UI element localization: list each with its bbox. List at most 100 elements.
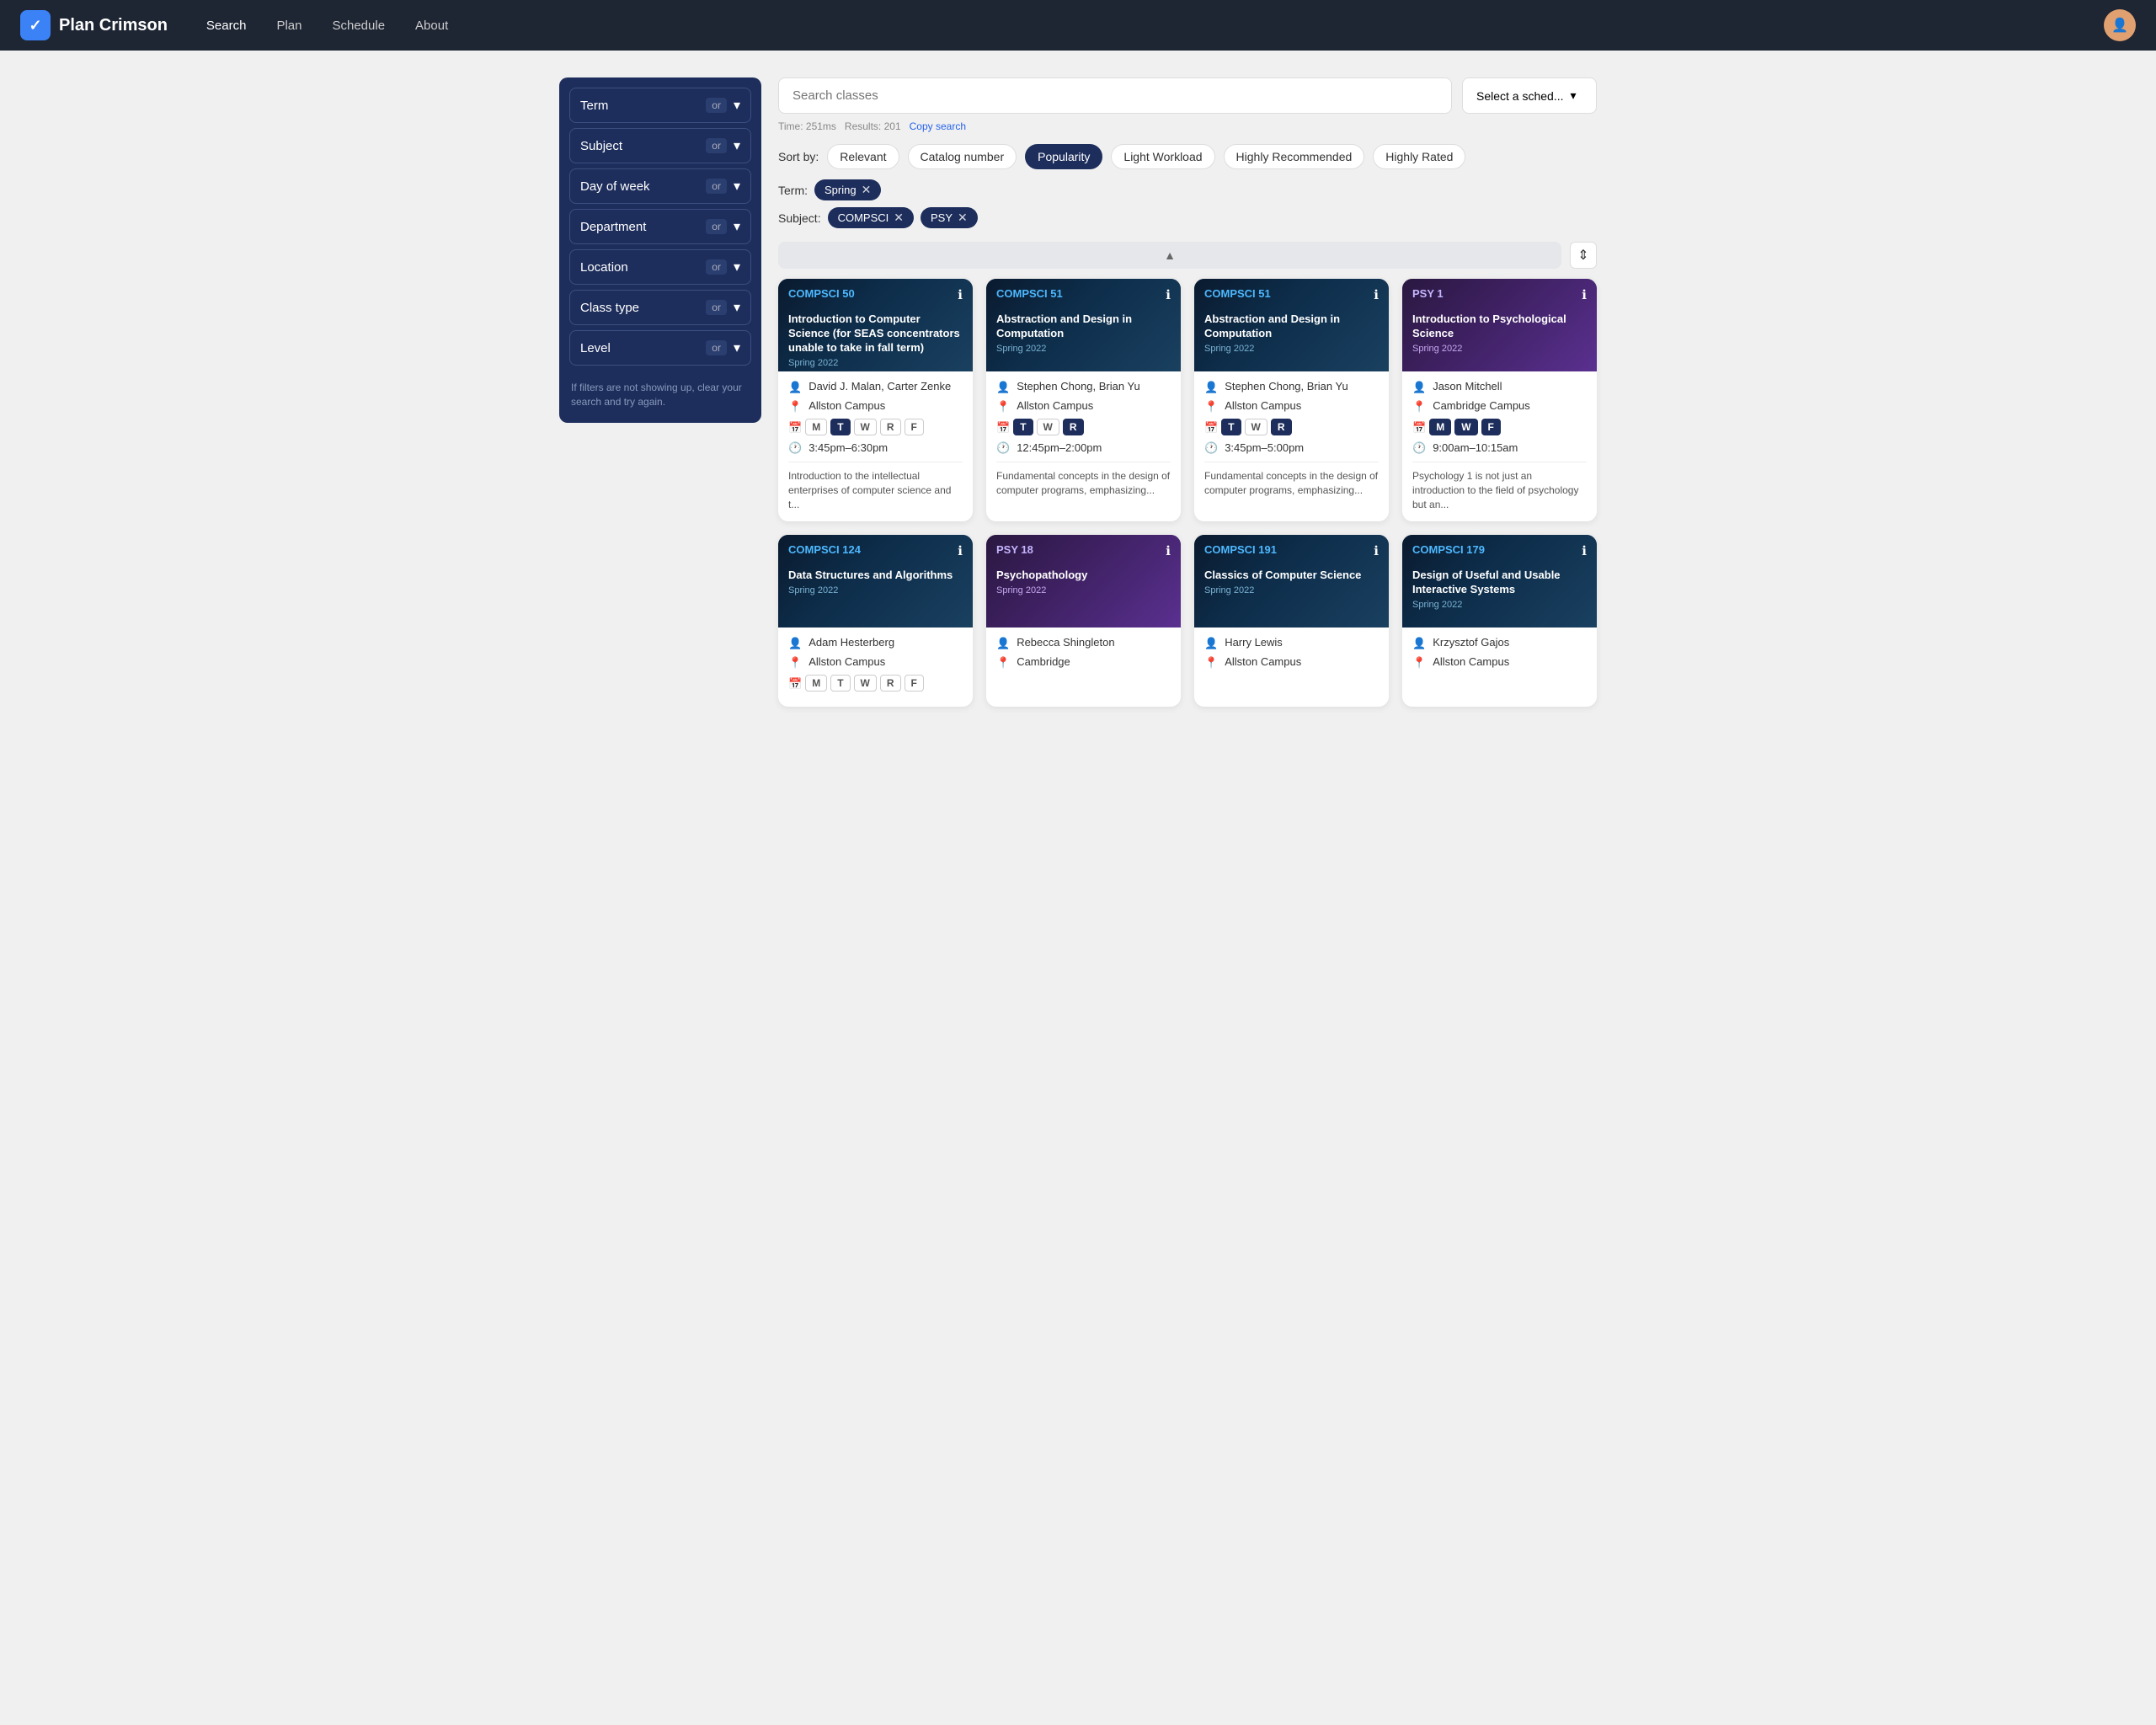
course-card[interactable]: COMPSCI 179 ℹ Design of Useful and Usabl… — [1402, 535, 1597, 707]
copy-search-link[interactable]: Copy search — [910, 120, 966, 132]
calendar-icon: 📅 — [996, 421, 1010, 435]
card-code: PSY 18 — [996, 543, 1033, 556]
card-instructor: 👤 Harry Lewis — [1204, 636, 1379, 650]
info-icon[interactable]: ℹ — [1166, 543, 1171, 558]
sort-highly-recommended[interactable]: Highly Recommended — [1224, 144, 1365, 169]
info-icon[interactable]: ℹ — [1166, 287, 1171, 302]
chevron-down-icon: ▾ — [1571, 88, 1577, 103]
user-avatar[interactable]: 👤 — [2104, 9, 2136, 41]
subject-tag-psy[interactable]: PSY ✕ — [921, 207, 978, 228]
info-icon[interactable]: ℹ — [958, 543, 963, 558]
calendar-icon: 📅 — [788, 421, 802, 435]
filter-level[interactable]: Level or ▾ — [569, 330, 751, 366]
day-pill-M: M — [1429, 419, 1451, 435]
card-title: Introduction to Psychological Science — [1412, 312, 1587, 341]
term-filter-label: Term: — [778, 184, 808, 197]
card-title: Design of Useful and Usable Interactive … — [1412, 569, 1587, 597]
card-location: 📍 Allston Campus — [1204, 399, 1379, 414]
sort-light-workload[interactable]: Light Workload — [1111, 144, 1214, 169]
card-time: 🕐 12:45pm–2:00pm — [996, 441, 1171, 455]
info-icon[interactable]: ℹ — [1582, 287, 1587, 302]
card-description: Introduction to the intellectual enterpr… — [788, 469, 963, 511]
day-pill-W: W — [854, 675, 877, 692]
nav-link-schedule[interactable]: Schedule — [320, 12, 397, 40]
nav-link-search[interactable]: Search — [195, 12, 259, 40]
search-input[interactable] — [778, 77, 1452, 114]
sidebar-note: If filters are not showing up, clear you… — [569, 377, 751, 413]
sort-direction-button[interactable]: ⇕ — [1570, 242, 1597, 269]
card-code: COMPSCI 50 — [788, 287, 855, 300]
sort-label: Sort by: — [778, 150, 819, 163]
course-card[interactable]: COMPSCI 51 ℹ Abstraction and Design in C… — [1194, 279, 1389, 521]
card-days: 📅 MTWRF — [788, 419, 963, 435]
schedule-select[interactable]: Select a sched... ▾ — [1462, 77, 1597, 114]
sort-highly-rated[interactable]: Highly Rated — [1373, 144, 1465, 169]
location-icon: 📍 — [1412, 656, 1426, 670]
day-pill-T: T — [830, 675, 850, 692]
course-card[interactable]: COMPSCI 191 ℹ Classics of Computer Scien… — [1194, 535, 1389, 707]
chevron-down-icon: ▾ — [734, 137, 740, 154]
card-title: Classics of Computer Science — [1204, 569, 1379, 583]
close-icon[interactable]: ✕ — [958, 211, 968, 225]
person-icon: 👤 — [1412, 637, 1426, 650]
calendar-icon: 📅 — [788, 677, 802, 691]
sort-catalog[interactable]: Catalog number — [908, 144, 1017, 169]
card-title: Data Structures and Algorithms — [788, 569, 963, 583]
person-icon: 👤 — [788, 381, 802, 394]
scroll-bar[interactable]: ▲ — [778, 242, 1561, 269]
sort-relevant[interactable]: Relevant — [827, 144, 899, 169]
day-pill-W: W — [1454, 419, 1477, 435]
card-code: COMPSCI 51 — [996, 287, 1063, 300]
filter-classtype[interactable]: Class type or ▾ — [569, 290, 751, 325]
info-icon[interactable]: ℹ — [1374, 287, 1379, 302]
subject-filter-row: Subject: COMPSCI ✕ PSY ✕ — [778, 207, 1597, 228]
card-description: Psychology 1 is not just an introduction… — [1412, 469, 1587, 511]
day-pill-W: W — [854, 419, 877, 435]
close-icon[interactable]: ✕ — [894, 211, 904, 225]
card-location: 📍 Allston Campus — [1412, 655, 1587, 670]
card-title: Introduction to Computer Science (for SE… — [788, 312, 963, 355]
card-term: Spring 2022 — [1412, 600, 1587, 610]
navbar: ✓ Plan Crimson Search Plan Schedule Abou… — [0, 0, 2156, 51]
term-filter-row: Term: Spring ✕ — [778, 179, 1597, 200]
clock-icon: 🕐 — [788, 441, 802, 455]
nav-link-about[interactable]: About — [403, 12, 460, 40]
person-icon: 👤 — [996, 637, 1010, 650]
chevron-down-icon: ▾ — [734, 299, 740, 316]
info-icon[interactable]: ℹ — [958, 287, 963, 302]
card-term: Spring 2022 — [1412, 344, 1587, 354]
card-term: Spring 2022 — [1204, 344, 1379, 354]
subject-tag-compsci[interactable]: COMPSCI ✕ — [828, 207, 914, 228]
day-pill-R: R — [880, 419, 901, 435]
filter-dayofweek[interactable]: Day of week or ▾ — [569, 168, 751, 204]
filter-subject-badge: or — [706, 138, 727, 153]
filter-term[interactable]: Term or ▾ — [569, 88, 751, 123]
course-card[interactable]: PSY 18 ℹ Psychopathology Spring 2022 👤 R… — [986, 535, 1181, 707]
nav-logo[interactable]: ✓ Plan Crimson — [20, 10, 168, 40]
cards-grid: COMPSCI 50 ℹ Introduction to Computer Sc… — [778, 279, 1597, 707]
sort-row: Sort by: Relevant Catalog number Popular… — [778, 144, 1597, 169]
course-card[interactable]: COMPSCI 124 ℹ Data Structures and Algori… — [778, 535, 973, 707]
course-card[interactable]: PSY 1 ℹ Introduction to Psychological Sc… — [1402, 279, 1597, 521]
filter-classtype-badge: or — [706, 300, 727, 315]
filter-location[interactable]: Location or ▾ — [569, 249, 751, 285]
filter-department[interactable]: Department or ▾ — [569, 209, 751, 244]
sort-popularity[interactable]: Popularity — [1025, 144, 1102, 169]
card-days: 📅 TWR — [996, 419, 1171, 435]
card-instructor: 👤 David J. Malan, Carter Zenke — [788, 380, 963, 394]
term-tag-spring[interactable]: Spring ✕ — [814, 179, 881, 200]
filter-level-badge: or — [706, 340, 727, 355]
filter-department-badge: or — [706, 219, 727, 234]
info-icon[interactable]: ℹ — [1374, 543, 1379, 558]
course-card[interactable]: COMPSCI 50 ℹ Introduction to Computer Sc… — [778, 279, 973, 521]
filter-term-label: Term — [580, 99, 706, 113]
filter-subject[interactable]: Subject or ▾ — [569, 128, 751, 163]
search-meta: Time: 251ms Results: 201 Copy search — [778, 120, 1597, 132]
card-title: Abstraction and Design in Computation — [996, 312, 1171, 341]
course-card[interactable]: COMPSCI 51 ℹ Abstraction and Design in C… — [986, 279, 1181, 521]
info-icon[interactable]: ℹ — [1582, 543, 1587, 558]
close-icon[interactable]: ✕ — [862, 183, 872, 197]
person-icon: 👤 — [1412, 381, 1426, 394]
location-icon: 📍 — [1204, 400, 1218, 414]
nav-link-plan[interactable]: Plan — [264, 12, 313, 40]
